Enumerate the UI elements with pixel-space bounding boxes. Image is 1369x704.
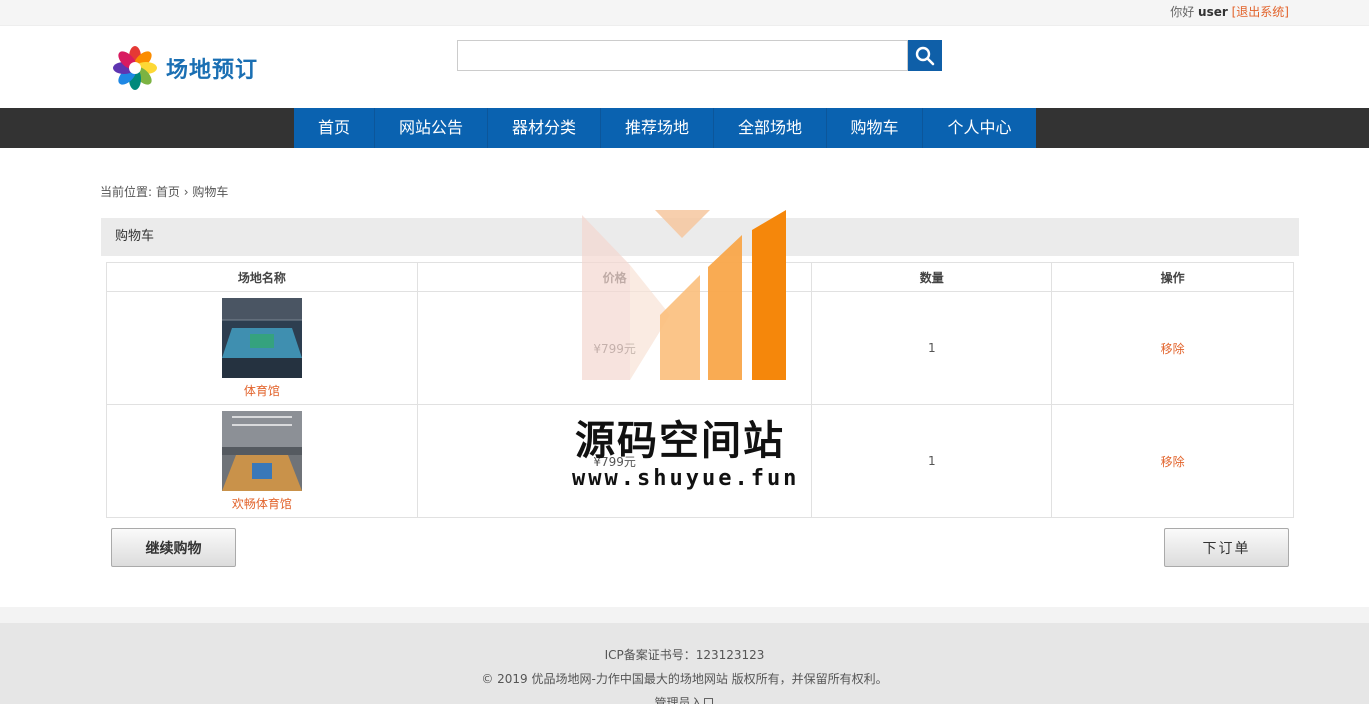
breadcrumb: 当前位置: 首页 › 购物车 bbox=[100, 183, 228, 200]
nav-item-equipment[interactable]: 器材分类 bbox=[488, 108, 601, 148]
nav-item-notices[interactable]: 网站公告 bbox=[375, 108, 488, 148]
cell-price: ¥799元 bbox=[416, 291, 813, 405]
venue-name-link[interactable]: 欢畅体育馆 bbox=[232, 497, 292, 511]
header: 场地预订 bbox=[0, 26, 1369, 108]
watermark-title: 源码空间站 bbox=[575, 418, 785, 464]
venue-thumbnail[interactable] bbox=[221, 297, 302, 378]
breadcrumb-home[interactable]: 首页 bbox=[156, 185, 180, 199]
nav-item-recommended[interactable]: 推荐场地 bbox=[601, 108, 714, 148]
site-logo[interactable]: 场地预订 bbox=[112, 46, 258, 90]
continue-shopping-button[interactable]: 继续购物 bbox=[111, 528, 236, 567]
cell-action: 移除 bbox=[1051, 291, 1294, 405]
nav-list: 首页 网站公告 器材分类 推荐场地 全部场地 购物车 个人中心 bbox=[294, 108, 1036, 148]
search-bar bbox=[457, 40, 942, 71]
table-header-row: 场地名称 价格 数量 操作 bbox=[106, 262, 1294, 292]
remove-link[interactable]: 移除 bbox=[1161, 342, 1185, 356]
logout-link[interactable]: [退出系统] bbox=[1232, 5, 1289, 19]
breadcrumb-current: 购物车 bbox=[192, 185, 229, 199]
flower-logo-icon bbox=[113, 46, 157, 90]
col-header-price: 价格 bbox=[416, 262, 813, 292]
cell-qty: 1 bbox=[811, 291, 1053, 405]
greeting-text: 你好 bbox=[1170, 5, 1195, 19]
col-header-action: 操作 bbox=[1051, 262, 1294, 292]
footer: ICP备案证书号：123123123 © 2019 优品场地网-力作中国最大的场… bbox=[0, 607, 1369, 704]
search-button[interactable] bbox=[908, 40, 942, 71]
search-input[interactable] bbox=[457, 40, 908, 71]
username: user bbox=[1198, 5, 1228, 19]
table-row: 体育馆 ¥799元 1 移除 bbox=[106, 291, 1294, 405]
top-bar: 你好 user [退出系统] bbox=[0, 0, 1369, 26]
search-icon bbox=[915, 46, 935, 65]
main-nav: 首页 网站公告 器材分类 推荐场地 全部场地 购物车 个人中心 bbox=[0, 108, 1369, 148]
nav-item-profile[interactable]: 个人中心 bbox=[923, 108, 1036, 148]
admin-link[interactable]: 管理员入口 bbox=[0, 691, 1369, 704]
nav-item-home[interactable]: 首页 bbox=[294, 108, 375, 148]
watermark-url: www.shuyue.fun bbox=[572, 466, 800, 491]
footer-copyright: © 2019 优品场地网-力作中国最大的场地网站 版权所有，并保留所有权利。 bbox=[481, 672, 888, 686]
venue-thumbnail[interactable] bbox=[221, 410, 302, 491]
cell-venue: 欢畅体育馆 bbox=[106, 404, 418, 518]
breadcrumb-separator: › bbox=[183, 185, 189, 199]
cell-venue: 体育馆 bbox=[106, 291, 418, 405]
nav-item-cart[interactable]: 购物车 bbox=[827, 108, 923, 148]
footer-icp: ICP备案证书号：123123123 bbox=[604, 648, 765, 662]
remove-link[interactable]: 移除 bbox=[1161, 455, 1185, 469]
logo-text: 场地预订 bbox=[166, 58, 259, 83]
breadcrumb-prefix: 当前位置: bbox=[100, 185, 153, 199]
cell-qty: 1 bbox=[811, 404, 1053, 518]
col-header-name: 场地名称 bbox=[106, 262, 418, 292]
col-header-qty: 数量 bbox=[811, 262, 1053, 292]
nav-item-all-venues[interactable]: 全部场地 bbox=[714, 108, 827, 148]
place-order-button[interactable]: 下订单 bbox=[1164, 528, 1289, 567]
user-info: 你好 user [退出系统] bbox=[1170, 3, 1289, 20]
cell-action: 移除 bbox=[1051, 404, 1294, 518]
panel-title: 购物车 bbox=[101, 218, 1299, 256]
venue-name-link[interactable]: 体育馆 bbox=[244, 384, 280, 398]
